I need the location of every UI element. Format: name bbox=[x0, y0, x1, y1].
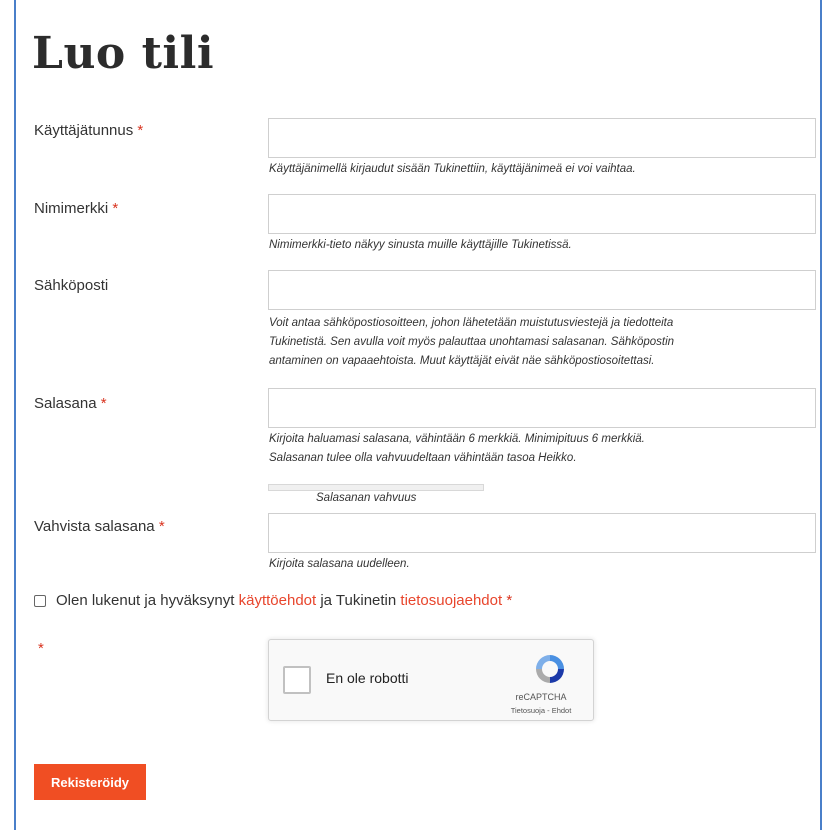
recaptcha-links-separator: - bbox=[545, 706, 552, 715]
terms-of-use-link[interactable]: käyttöehdot bbox=[239, 592, 317, 609]
recaptcha-terms-link[interactable]: Ehdot bbox=[552, 706, 572, 715]
recaptcha-logo-icon bbox=[533, 652, 567, 691]
recaptcha-checkbox[interactable] bbox=[283, 666, 311, 694]
email-input[interactable] bbox=[268, 270, 816, 310]
recaptcha-privacy-link[interactable]: Tietosuoja bbox=[511, 706, 545, 715]
terms-text: Olen lukenut ja hyväksynyt bbox=[56, 592, 235, 609]
page-title: Luo tili bbox=[32, 28, 215, 79]
terms-text-middle: ja Tukinetin bbox=[320, 592, 397, 609]
email-label: Sähköposti bbox=[34, 277, 109, 294]
password-label: Salasana * bbox=[34, 395, 107, 412]
terms-row: Olen lukenut ja hyväksynyt käyttöehdot j… bbox=[34, 592, 512, 609]
username-input[interactable] bbox=[268, 118, 816, 158]
recaptcha-links: Tietosuoja - Ehdot bbox=[501, 706, 581, 715]
password-confirm-input[interactable] bbox=[268, 513, 816, 553]
privacy-policy-link[interactable]: tietosuojaehdot bbox=[400, 592, 502, 609]
required-marker: * bbox=[506, 592, 513, 609]
email-help: Voit antaa sähköpostiosoitteen, johon lä… bbox=[269, 317, 675, 367]
captcha-required-marker: * bbox=[38, 640, 44, 657]
register-button[interactable]: Rekisteröidy bbox=[34, 764, 146, 800]
username-label: Käyttäjätunnus * bbox=[34, 122, 144, 139]
username-help: Käyttäjänimellä kirjaudut sisään Tukinet… bbox=[269, 163, 636, 175]
password-input[interactable] bbox=[268, 388, 816, 428]
recaptcha-brand: reCAPTCHA bbox=[515, 692, 567, 702]
recaptcha-label: En ole robotti bbox=[326, 670, 409, 686]
recaptcha-widget: En ole robotti reCAPTCHA Tietosuoja - Eh… bbox=[268, 639, 594, 721]
required-marker: * bbox=[112, 200, 119, 217]
required-marker: * bbox=[158, 518, 165, 535]
nickname-input[interactable] bbox=[268, 194, 816, 234]
password-strength-label: Salasanan vahvuus bbox=[316, 492, 417, 504]
nickname-label: Nimimerkki * bbox=[34, 200, 119, 217]
required-marker: * bbox=[137, 122, 144, 139]
nickname-help: Nimimerkki-tieto näkyy sinusta muille kä… bbox=[269, 239, 572, 251]
terms-checkbox[interactable] bbox=[34, 594, 46, 607]
password-confirm-help: Kirjoita salasana uudelleen. bbox=[269, 558, 410, 570]
required-marker: * bbox=[100, 395, 107, 412]
password-confirm-label: Vahvista salasana * bbox=[34, 518, 165, 535]
password-strength-meter bbox=[268, 484, 484, 491]
password-help: Kirjoita haluamasi salasana, vähintään 6… bbox=[269, 433, 645, 464]
